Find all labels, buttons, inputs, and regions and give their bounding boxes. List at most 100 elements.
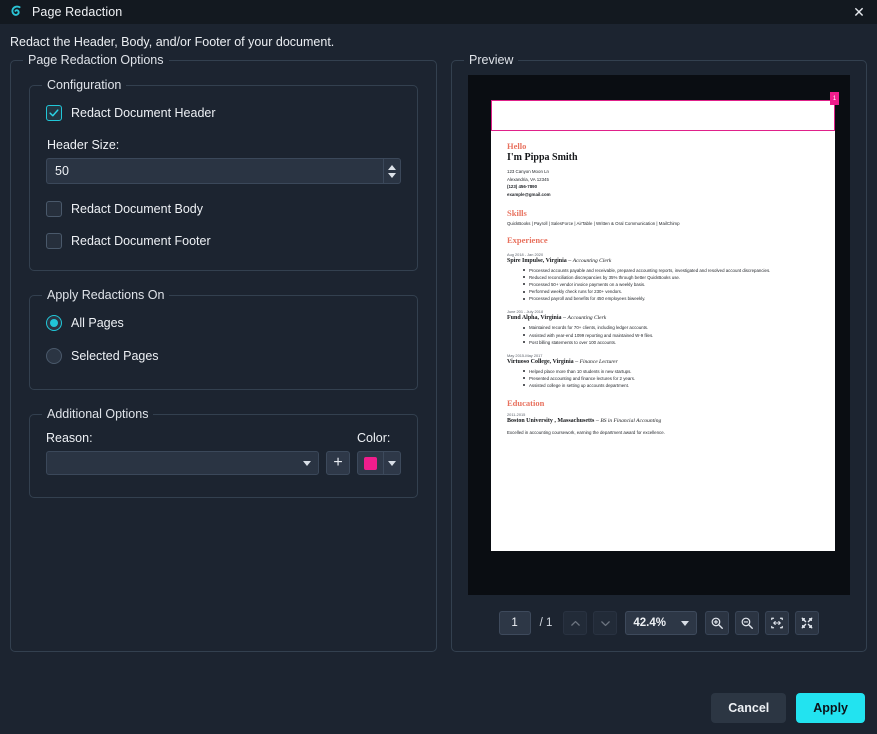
job-title-line: Spire Impulse, Virginia – Accounting Cle… [507,258,819,264]
header-redaction-box[interactable]: 1 [491,100,835,131]
preview-toolbar: / 1 42.4% [468,595,850,651]
job-bullet: Maintained records for 70+ clients, incl… [523,324,819,331]
configuration-group: Configuration Redact Document Header Hea… [29,85,418,271]
job-entry: June 201 - July 2018Fund Alpha, Virginia… [507,309,819,345]
email: example@gmail.com [507,191,819,199]
education-degree: BS in Financial Accounting [600,418,661,424]
color-label: Color: [357,431,401,445]
spin-down-icon[interactable] [388,173,396,178]
redact-body-label: Redact Document Body [71,202,203,216]
chevron-down-icon[interactable] [388,461,396,466]
header-size-label: Header Size: [47,138,401,152]
job-bullet: Processed 50+ vendor invoice payments on… [523,281,819,288]
redact-document-body-checkbox[interactable]: Redact Document Body [46,198,401,220]
resume-content: Hello I'm Pippa Smith 123 Canyon Moon Ln… [491,131,835,435]
checkbox-box-body[interactable] [46,201,62,217]
job-bullet: Assisted college in setting up accounts … [523,382,819,389]
chevron-down-icon[interactable] [303,461,311,466]
address-line-2: Alexandria, VA 12345 [507,176,819,184]
document-page[interactable]: 1 Hello I'm Pippa Smith 123 Canyon Moon … [491,100,835,551]
apply-button[interactable]: Apply [796,693,865,723]
reason-label: Reason: [46,431,319,445]
header-size-spin-buttons[interactable] [383,158,401,184]
add-reason-button[interactable]: + [326,451,350,475]
resume-contact: 123 Canyon Moon Ln Alexandria, VA 12345 … [507,168,819,199]
checkbox-box-header[interactable] [46,105,62,121]
job-entry: Aug 2018 - Jan 2020Spire Impulse, Virgin… [507,252,819,303]
radio-selected-pages[interactable]: Selected Pages [46,345,401,367]
header-size-stepper[interactable] [46,158,401,184]
fit-width-button[interactable] [765,611,789,635]
redact-footer-label: Redact Document Footer [71,234,211,248]
education-school-line: Boston University , Massachusetts – BS i… [507,418,819,424]
configuration-legend: Configuration [42,78,126,92]
chevron-down-icon[interactable] [681,621,689,626]
all-pages-label: All Pages [71,316,124,330]
job-role: Accounting Clerk [568,315,607,321]
header-size-input[interactable] [46,158,383,184]
job-date: May 2015-May 2017 [507,353,819,358]
zoom-level-value: 42.4% [633,617,666,629]
zoom-level-dropdown[interactable]: 42.4% [625,611,697,635]
experience-heading: Experience [507,235,819,245]
job-bullets: Maintained records for 70+ clients, incl… [507,324,819,345]
content-columns: Page Redaction Options Configuration Red… [10,60,867,652]
additional-options-group: Additional Options Reason: + Color: [29,414,418,498]
preview-column: Preview 1 Hello I'm Pippa Smith 123 Cany… [451,60,867,652]
checkbox-box-footer[interactable] [46,233,62,249]
color-swatch [364,457,377,470]
skills-heading: Skills [507,208,819,218]
spin-up-icon[interactable] [388,165,396,170]
reason-block: Reason: [46,431,319,475]
color-picker[interactable] [357,451,401,475]
previous-page-button[interactable] [563,611,587,635]
job-date: June 201 - July 2018 [507,309,819,314]
experience-section: Experience Aug 2018 - Jan 2020Spire Impu… [507,235,819,389]
apply-on-legend: Apply Redactions On [42,288,169,302]
address-line-1: 123 Canyon Moon Ln [507,168,819,176]
fullscreen-button[interactable] [795,611,819,635]
preview-group: Preview 1 Hello I'm Pippa Smith 123 Cany… [451,60,867,652]
job-entry: May 2015-May 2017Virtuoso College, Virgi… [507,353,819,389]
job-company: Spire Impulse, Virginia [507,258,567,264]
zoom-in-button[interactable] [705,611,729,635]
cancel-button[interactable]: Cancel [711,693,786,723]
job-company: Fund Alpha, Virginia [507,315,562,321]
radio-circle-all-pages[interactable] [46,315,62,331]
skills-list: QuickBooks | Payroll | SalesForce | AirT… [507,221,819,226]
job-bullet: Performed weekly check runs for 230+ ven… [523,288,819,295]
resume-name: I'm Pippa Smith [507,152,819,163]
job-bullets: Processed accounts payable and receivabl… [507,267,819,303]
dialog-footer: Cancel Apply [711,693,865,723]
job-bullet: Presented accounting and finance lecture… [523,375,819,382]
next-page-button[interactable] [593,611,617,635]
fit-width-icon [770,616,784,630]
education-date: 2011-2015 [507,412,819,417]
close-icon[interactable]: ✕ [841,0,877,24]
document-stage[interactable]: 1 Hello I'm Pippa Smith 123 Canyon Moon … [468,75,850,595]
chevron-down-icon [599,617,612,630]
job-bullet: Assisted with year-end 1099 reporting an… [523,332,819,339]
radio-all-pages[interactable]: All Pages [46,312,401,334]
redact-document-header-checkbox[interactable]: Redact Document Header [46,102,401,124]
page-number-input[interactable] [499,611,531,635]
job-bullet: Processed accounts payable and receivabl… [523,267,819,274]
job-bullet: Processed payroll and benefits for 450 e… [523,295,819,302]
job-bullet: Helped place more than 10 students in ne… [523,368,819,375]
education-heading: Education [507,398,819,408]
color-dropdown-toggle[interactable] [383,452,400,474]
resume-greeting: Hello [507,141,819,151]
job-bullet: Post billing statements to over 100 acco… [523,339,819,346]
spiral-logo-icon [8,4,24,20]
radio-circle-selected-pages[interactable] [46,348,62,364]
reason-dropdown[interactable] [46,451,319,475]
color-swatch-cell[interactable] [358,452,383,474]
zoom-out-button[interactable] [735,611,759,635]
job-bullets: Helped place more than 10 students in ne… [507,368,819,389]
redaction-marker[interactable]: 1 [830,92,839,105]
redact-document-footer-checkbox[interactable]: Redact Document Footer [46,230,401,252]
job-bullet: Reduced reconciliation discrepancies by … [523,274,819,281]
preview-legend: Preview [464,53,518,67]
education-school: Boston University , Massachusetts [507,418,594,424]
job-date: Aug 2018 - Jan 2020 [507,252,819,257]
